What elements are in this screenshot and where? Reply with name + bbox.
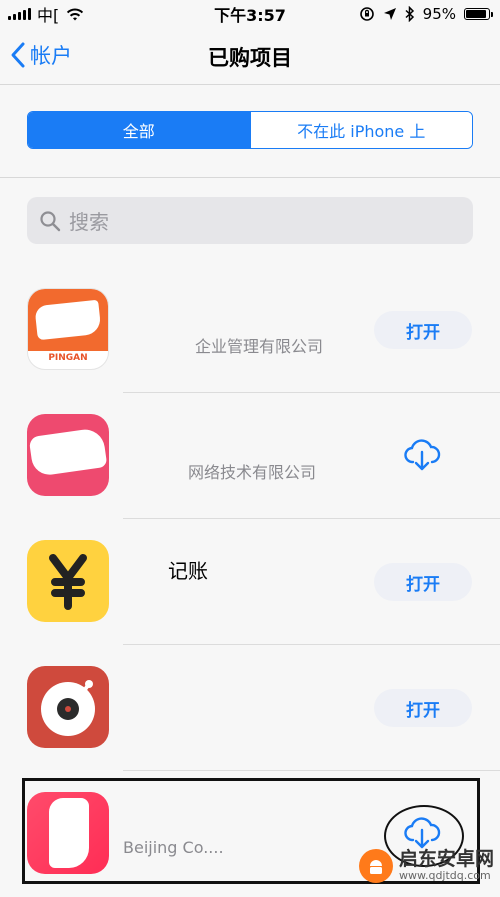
list-item[interactable]: PINGAN 企业管理有限公司 打开 (0, 267, 500, 393)
app-name: 记账 (168, 559, 208, 583)
segment-all[interactable]: 全部 (28, 112, 250, 148)
app-developer: Beijing Co.... (123, 838, 224, 857)
watermark-logo-icon (358, 849, 393, 883)
open-button[interactable]: 打开 (374, 311, 472, 349)
app-icon-record (27, 666, 109, 748)
status-right: 95% (359, 5, 500, 23)
app-icon-pink (27, 414, 109, 496)
app-icon-yen (27, 540, 109, 622)
download-button[interactable] (402, 813, 442, 853)
page-title: 已购项目 (208, 46, 292, 70)
bluetooth-icon (405, 6, 414, 22)
battery-percent: 95% (422, 5, 456, 23)
watermark-title: 启东安卓网 (398, 848, 494, 871)
search-placeholder: 搜索 (69, 210, 109, 234)
app-icon-gradient (27, 792, 109, 874)
open-button[interactable]: 打开 (374, 689, 472, 727)
navigation-bar: 帐户 已购项目 (0, 28, 500, 85)
watermark-url: www.qdjtdq.com (398, 869, 491, 883)
watermark: 启东安卓网 www.qdjtdq.com (358, 848, 494, 883)
app-icon-pingan: PINGAN (27, 288, 109, 370)
pingan-icon-label: PINGAN (48, 353, 88, 363)
app-developer: 网络技术有限公司 (188, 463, 317, 482)
open-button[interactable]: 打开 (374, 563, 472, 601)
search-icon (40, 210, 61, 231)
battery-icon (464, 8, 493, 20)
location-icon (383, 8, 396, 20)
vinyl-record-icon (41, 680, 95, 736)
search-area: 搜索 (0, 178, 500, 258)
android-icon (369, 860, 382, 874)
yen-icon (49, 554, 87, 610)
download-button[interactable] (402, 435, 442, 475)
status-left: 中[ (0, 2, 85, 26)
search-input[interactable]: 搜索 (27, 197, 473, 244)
list-item[interactable]: 记账 打开 (0, 519, 500, 645)
segment-not-on-device[interactable]: 不在此 iPhone 上 (249, 112, 472, 148)
download-cloud-icon (404, 817, 441, 849)
segment-area: 全部 不在此 iPhone 上 (0, 85, 500, 178)
lock-rotation-icon (359, 7, 374, 21)
list-item[interactable]: 打开 (0, 645, 500, 771)
wifi-icon (67, 8, 84, 20)
watermark-text: 启东安卓网 www.qdjtdq.com (398, 848, 494, 883)
list-item[interactable]: 网络技术有限公司 (0, 393, 500, 519)
app-developer: 企业管理有限公司 (195, 337, 324, 356)
carrier-label: 中[ (37, 6, 60, 25)
download-cloud-icon (404, 439, 441, 471)
segmented-control: 全部 不在此 iPhone 上 (27, 111, 473, 149)
signal-icon (8, 8, 31, 20)
redacted-mark (28, 427, 108, 477)
redacted-mark (49, 798, 89, 868)
status-bar: 中[ 下午3:57 95% (0, 0, 500, 28)
